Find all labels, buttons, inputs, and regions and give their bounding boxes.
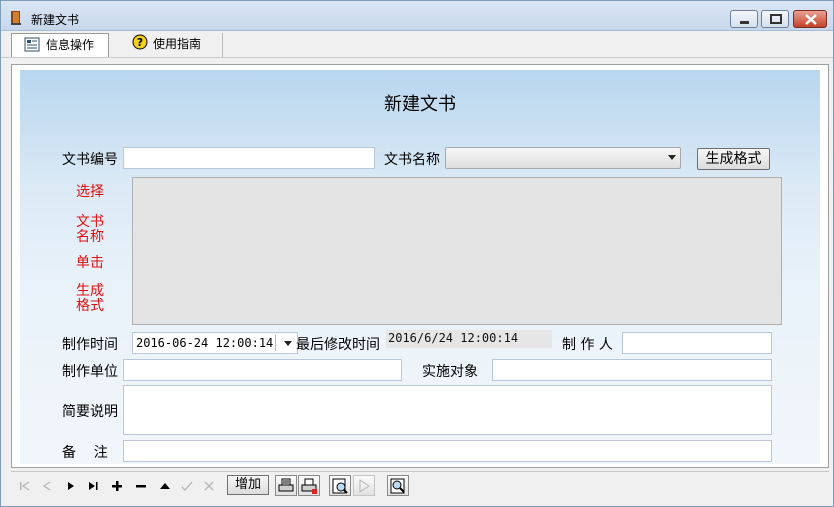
doc-name-label: 文书名称 [384,152,440,168]
maximize-icon [770,14,782,24]
doc-number-label: 文书编号 [62,152,118,168]
tab-bar: 信息操作 ? 使用指南 [1,31,833,58]
window-title: 新建文书 [31,13,80,27]
close-icon [805,14,817,25]
app-book-icon [11,11,21,25]
tab-label: 使用指南 [153,37,202,51]
search-icon [390,478,405,494]
minimize-icon [740,21,749,24]
remark-input[interactable] [123,440,772,462]
print-settings-icon [301,478,317,494]
hint-doc-name: 文书 名称 [76,214,104,245]
app-window: 新建文书 信息操作 ? 使用指南 新建文书 文书编号 文书名称 生成格式 选择 … [0,0,834,507]
close-button[interactable] [793,10,827,28]
minimize-button[interactable] [730,10,758,28]
summary-textarea[interactable] [123,385,772,435]
first-record-icon[interactable] [17,478,33,494]
post-record-icon[interactable] [179,478,195,494]
form-background: 新建文书 文书编号 文书名称 生成格式 选择 文书 名称 单击 生成 格式 制作… [20,70,820,464]
add-button[interactable]: 增加 [227,475,269,495]
delete-record-icon[interactable] [133,478,149,494]
picker-separator [275,335,276,351]
next-record-icon[interactable] [63,478,79,494]
chevron-down-icon [668,155,676,160]
play-icon [359,479,370,493]
print-button[interactable] [275,475,297,496]
form-title: 新建文书 [384,94,456,115]
preview-button[interactable] [329,475,351,496]
modified-time-value: 2016/6/24 12:00:14 [386,330,552,348]
maximize-button[interactable] [761,10,789,28]
form-panel: 新建文书 文书编号 文书名称 生成格式 选择 文书 名称 单击 生成 格式 制作… [11,64,829,468]
info-list-icon [24,37,40,52]
summary-label: 简要说明 [62,404,118,420]
doc-name-select[interactable] [445,147,681,169]
play-button[interactable] [353,475,375,496]
hint-generate-format: 生成 格式 [76,283,104,314]
tab-user-guide[interactable]: ? 使用指南 [119,33,223,57]
author-input[interactable] [622,332,772,354]
document-preview-area[interactable] [132,177,782,325]
preview-magnifier-icon [332,478,348,494]
tab-info-operation[interactable]: 信息操作 [11,33,109,57]
generate-format-button[interactable]: 生成格式 [697,148,770,170]
author-label: 制 作 人 [562,337,613,353]
unit-label: 制作单位 [62,364,118,380]
hint-select: 选择 [76,184,104,200]
hint-click: 单击 [76,255,104,271]
target-label: 实施对象 [422,364,478,380]
help-icon: ? [132,34,148,50]
prev-record-icon[interactable] [39,478,55,494]
cancel-record-icon[interactable] [201,478,217,494]
tab-label: 信息操作 [46,38,95,52]
created-time-label: 制作时间 [62,337,118,353]
target-input[interactable] [492,359,772,381]
edit-record-icon[interactable] [157,478,173,494]
unit-input[interactable] [123,359,402,381]
title-bar: 新建文书 [1,1,833,31]
svg-text:?: ? [137,36,143,49]
chevron-down-icon[interactable] [284,341,292,346]
modified-time-label: 最后修改时间 [296,337,380,353]
remark-label: 备 注 [62,445,108,461]
insert-record-icon[interactable] [109,478,125,494]
record-navigator: 增加 [11,471,829,499]
printer-icon [278,478,294,492]
search-button[interactable] [387,475,409,496]
created-time-value: 2016-06-24 12:00:14 [136,336,274,350]
doc-number-input[interactable] [123,147,375,169]
print-setup-button[interactable] [298,475,320,496]
created-time-picker[interactable]: 2016-06-24 12:00:14 [132,332,298,354]
last-record-icon[interactable] [85,478,101,494]
